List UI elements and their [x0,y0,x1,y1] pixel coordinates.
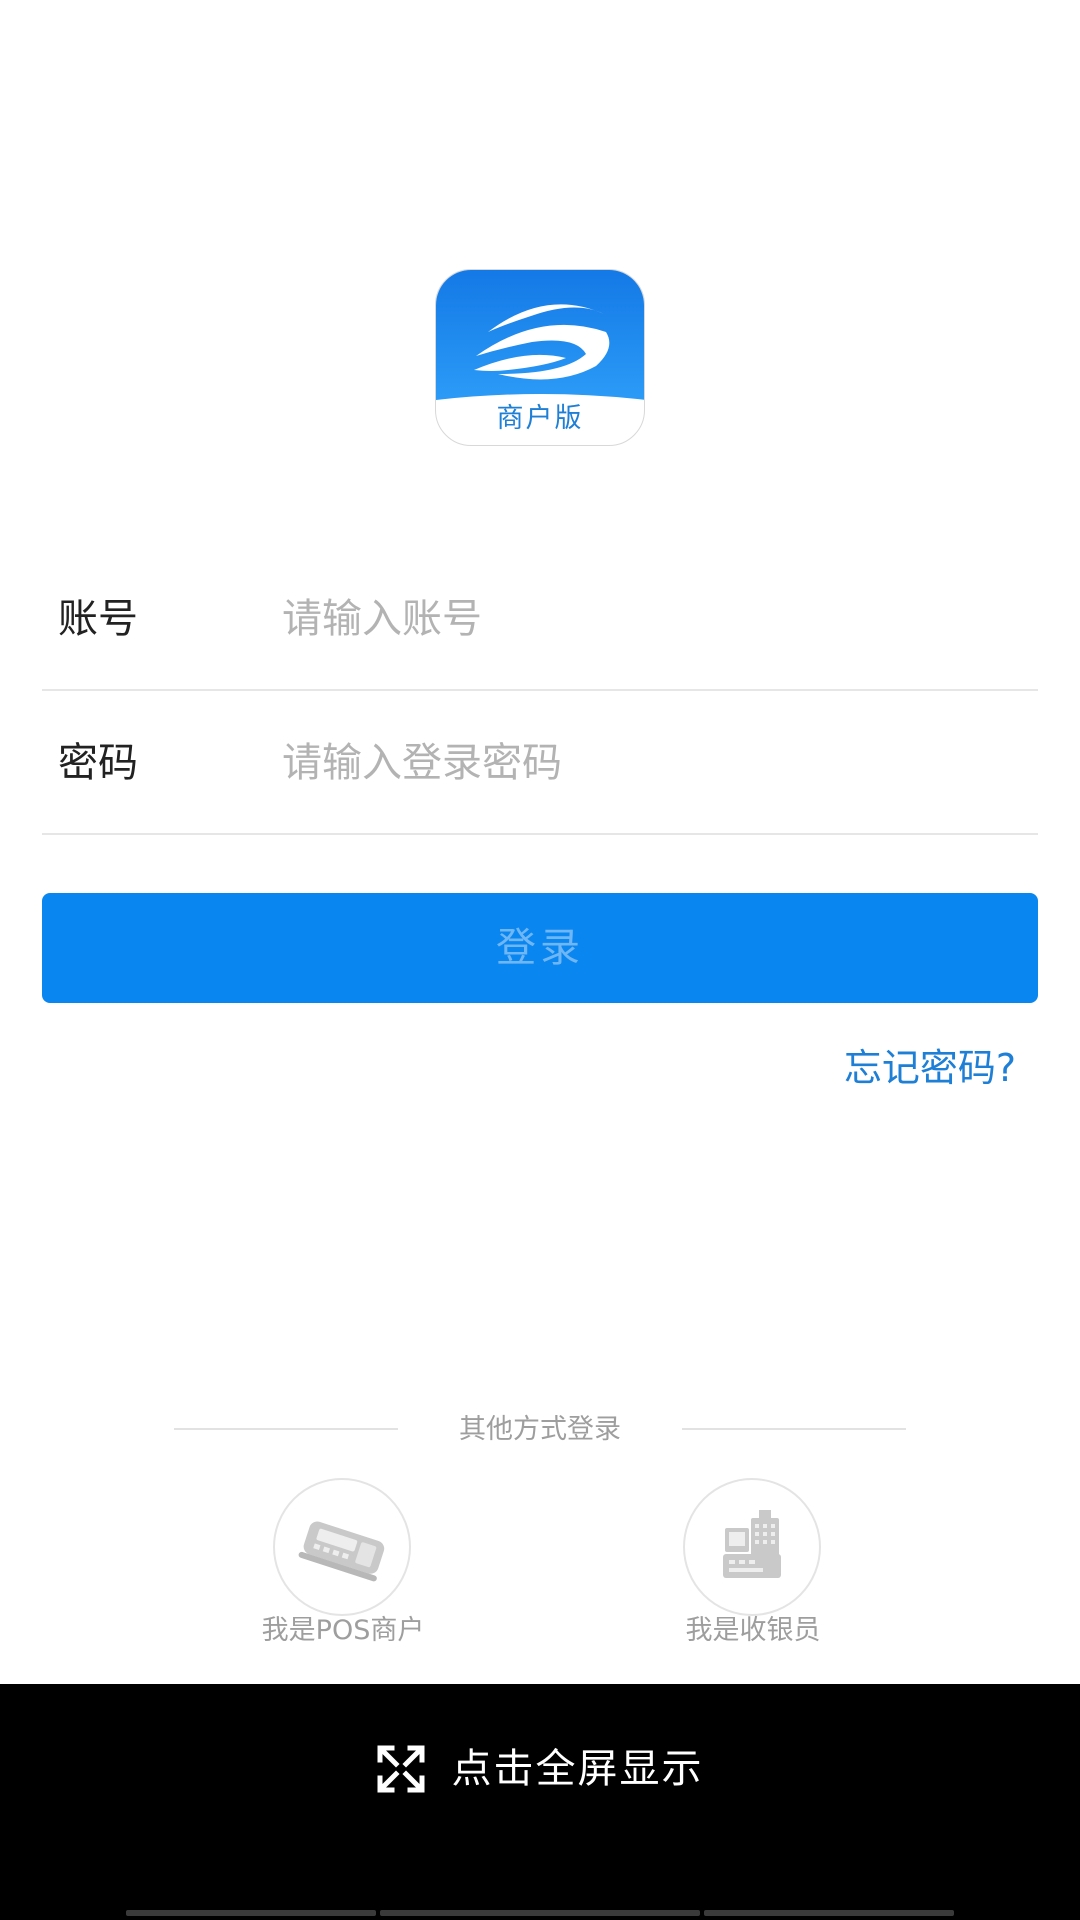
divider-right [682,1428,906,1430]
nav-indicator-2 [380,1910,700,1916]
app-logo: 商户版 [435,269,645,446]
divider-left [174,1428,398,1430]
forgot-password-link[interactable]: 忘记密码? [844,1042,1016,1094]
bottom-bar: 点击全屏显示 [0,1684,1080,1920]
cashier-button[interactable] [683,1478,821,1616]
nav-indicator-1 [126,1910,376,1916]
password-label: 密码 [58,740,138,786]
nav-indicator-3 [704,1910,954,1916]
logo-label: 商户版 [496,403,584,434]
password-input[interactable] [282,731,1012,795]
other-login-title: 其他方式登录 [459,1414,621,1445]
account-label: 账号 [58,596,138,642]
login-button[interactable]: 登录 [42,893,1038,1003]
password-row: 密码 [42,691,1038,835]
pos-merchant-button[interactable] [273,1478,411,1616]
pos-merchant-login[interactable]: 我是POS商户 [223,1478,463,1658]
pos-merchant-label: 我是POS商户 [261,1615,425,1646]
account-row: 账号 [42,547,1038,691]
account-input[interactable] [282,587,1012,651]
cashier-label: 我是收银员 [685,1615,821,1646]
expand-icon [377,1745,425,1792]
pos-terminal-icon [298,1521,385,1582]
fullscreen-button[interactable]: 点击全屏显示 [0,1738,1080,1798]
login-screen: 商户版 账号 密码 登录 忘记密码? 其他方式登录 [0,0,1080,1920]
fullscreen-label: 点击全屏显示 [451,1745,704,1792]
cash-register-icon [723,1510,781,1578]
cashier-login[interactable]: 我是收银员 [633,1478,873,1658]
